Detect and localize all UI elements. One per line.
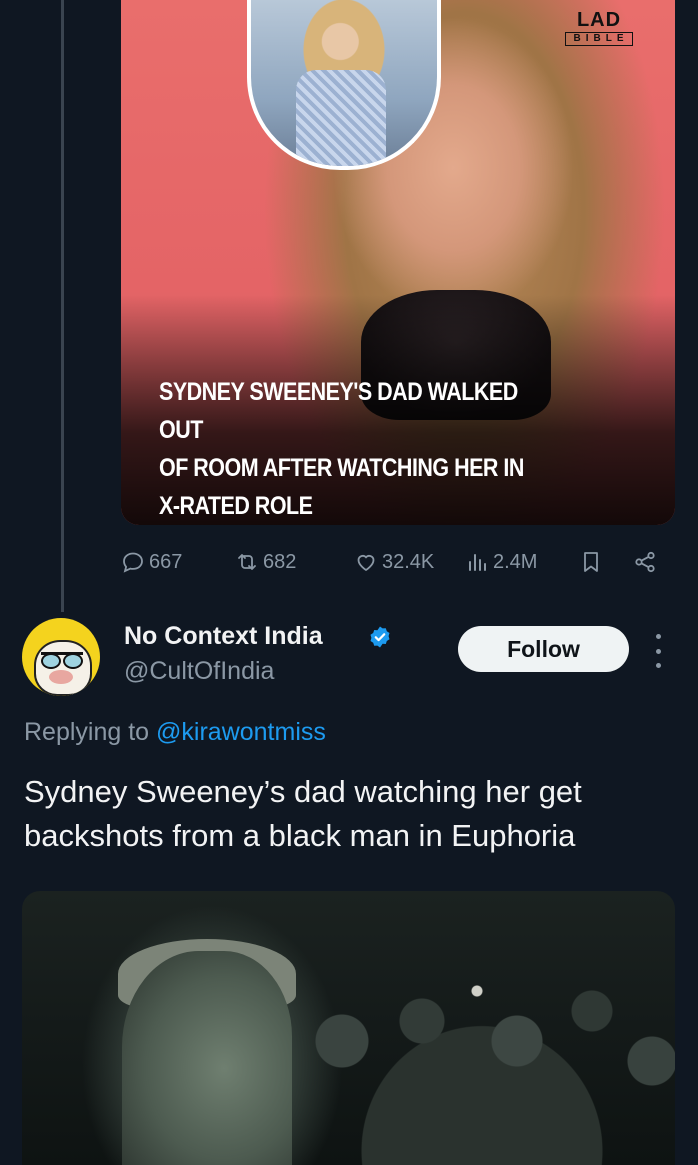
replying-to-label: Replying to bbox=[24, 718, 150, 746]
face-graphic bbox=[122, 951, 292, 1165]
bookmark-icon bbox=[584, 552, 598, 572]
reply-count: 667 bbox=[149, 550, 183, 573]
inset-circle-photo bbox=[247, 0, 441, 170]
comment-icon bbox=[123, 552, 143, 573]
ladbible-logo-top: LAD bbox=[576, 9, 622, 31]
verified-badge-icon bbox=[370, 626, 390, 648]
view-count: 2.4M bbox=[493, 550, 538, 573]
post-action-bar: 667 682 32.4K 2.4M bbox=[121, 542, 661, 582]
display-name[interactable]: No Context India bbox=[124, 622, 323, 651]
bookmark-button[interactable] bbox=[579, 550, 603, 574]
cow-avatar-graphic bbox=[34, 640, 92, 696]
like-count: 32.4K bbox=[382, 550, 435, 573]
more-dot bbox=[655, 634, 661, 639]
crowd-graphic bbox=[302, 951, 675, 1165]
ladbible-logo: LAD BIBLE bbox=[565, 10, 633, 46]
news-image-card[interactable]: LAD BIBLE SYDNEY SWEENEY'S DAD WALKED OU… bbox=[121, 0, 675, 525]
replying-to-mention[interactable]: @kirawontmiss bbox=[156, 718, 326, 746]
follow-button[interactable]: Follow bbox=[458, 626, 629, 672]
like-button[interactable]: 32.4K bbox=[354, 550, 434, 574]
replying-to-line: Replying to @kirawontmiss bbox=[24, 718, 326, 747]
share-icon bbox=[635, 551, 655, 573]
share-button[interactable] bbox=[633, 550, 657, 574]
views-chart-icon bbox=[469, 554, 486, 571]
ladbible-logo-bottom: BIBLE bbox=[565, 32, 633, 46]
repost-button[interactable]: 682 bbox=[235, 550, 296, 574]
more-dot bbox=[655, 648, 661, 654]
heart-icon bbox=[357, 554, 375, 572]
inset-dress-graphic bbox=[296, 70, 386, 166]
more-vertical-icon[interactable] bbox=[648, 634, 668, 668]
thread-connector-line bbox=[61, 0, 64, 612]
image-headline: SYDNEY SWEENEY'S DAD WALKED OUT OF ROOM … bbox=[159, 378, 524, 520]
repost-icon bbox=[238, 554, 256, 570]
views-button[interactable]: 2.4M bbox=[465, 550, 537, 574]
post-media-image[interactable] bbox=[22, 891, 675, 1165]
reply-button[interactable]: 667 bbox=[121, 550, 182, 574]
snout-graphic bbox=[49, 670, 73, 684]
avatar[interactable] bbox=[22, 618, 100, 696]
user-handle[interactable]: @CultOfIndia bbox=[124, 657, 274, 686]
glasses-graphic bbox=[41, 652, 83, 669]
repost-count: 682 bbox=[263, 550, 297, 573]
post-text: Sydney Sweeney’s dad watching her get ba… bbox=[24, 774, 582, 853]
more-dot bbox=[655, 663, 661, 668]
